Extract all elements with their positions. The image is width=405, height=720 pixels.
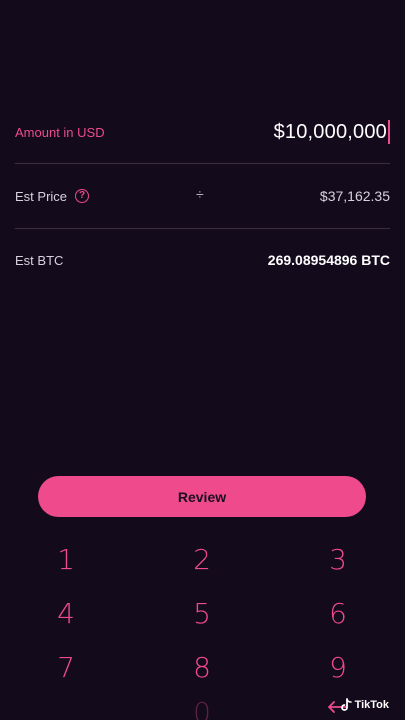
est-btc-label: Est BTC (15, 252, 64, 268)
key-1[interactable]: 1 (26, 534, 106, 584)
est-price-label: Est Price (15, 188, 68, 204)
divide-icon: ÷ (196, 186, 204, 202)
est-btc-value: 269.08954896 BTC (267, 252, 390, 268)
divider (15, 228, 390, 229)
amount-input[interactable]: $10,000,000 (274, 120, 390, 144)
key-4[interactable]: 4 (26, 588, 106, 638)
amount-label: Amount in USD (15, 124, 105, 140)
review-button[interactable]: Review (38, 476, 366, 517)
key-8[interactable]: 8 (162, 642, 242, 692)
text-caret (388, 120, 390, 144)
key-7[interactable]: 7 (26, 642, 106, 692)
amount-value-text: $10,000,000 (273, 120, 387, 143)
divider (15, 163, 390, 164)
tiktok-logo-icon (340, 698, 352, 711)
key-5[interactable]: 5 (162, 588, 242, 638)
est-price-label-group: Est Price ? (15, 188, 90, 204)
question-circle-icon[interactable]: ? (75, 189, 90, 203)
est-price-value: $37,162.35 (319, 188, 390, 204)
tiktok-watermark: TikTok (340, 698, 389, 712)
key-9[interactable]: 9 (298, 642, 378, 692)
numeric-keypad: 1 2 3 4 5 6 7 8 9 0 (0, 534, 405, 720)
key-6[interactable]: 6 (298, 588, 378, 638)
buy-bitcoin-screen: Amount in USD $10,000,000 Est Price ? $3… (0, 0, 405, 720)
amount-row[interactable]: Amount in USD $10,000,000 (15, 112, 390, 152)
key-3[interactable]: 3 (298, 534, 378, 584)
key-2[interactable]: 2 (162, 534, 242, 584)
watermark-text: TikTok (354, 699, 389, 711)
est-btc-row: Est BTC 269.08954896 BTC (15, 244, 390, 276)
key-0[interactable]: 0 (162, 696, 242, 720)
